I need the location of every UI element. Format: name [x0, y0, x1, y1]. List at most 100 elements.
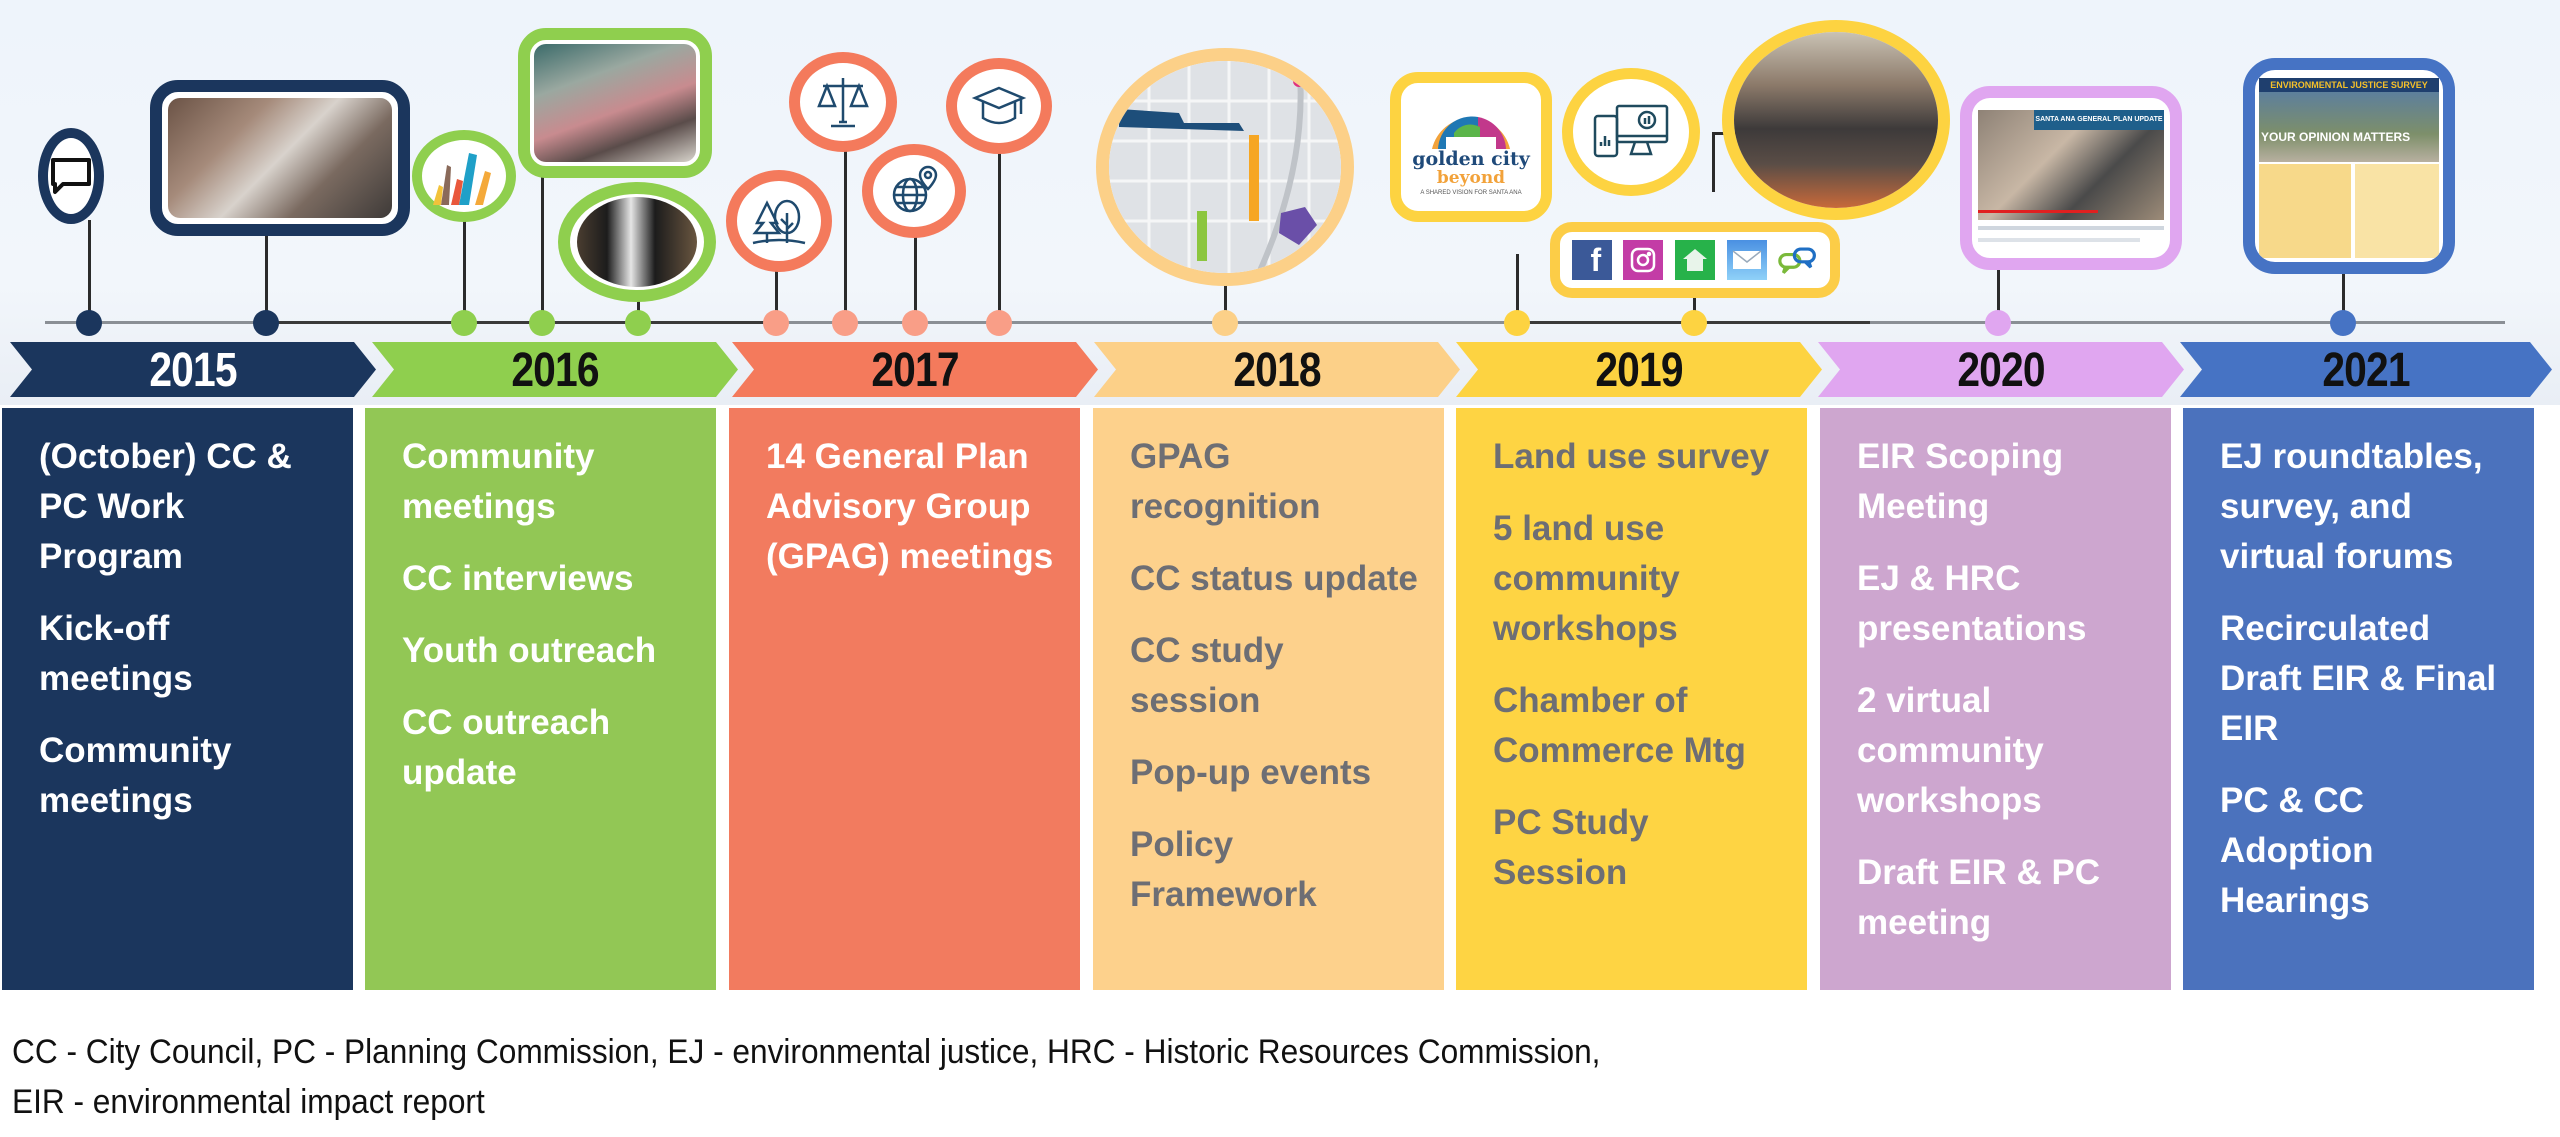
year-label: 2016: [511, 344, 599, 397]
year-label: 2015: [149, 344, 237, 397]
community-meeting-photo: [150, 80, 410, 236]
policy-map-image: [1096, 48, 1354, 286]
activity-item: CC outreach update: [402, 703, 611, 792]
year-column-2021: EJ roundtables, survey, and virtual foru…: [2183, 408, 2534, 990]
activity-item: 5 land use community workshops: [1493, 509, 1680, 648]
virtual-meeting-video-screenshot: SANTA ANA GENERAL PLAN UPDATE: [1960, 86, 2182, 270]
email-icon: [1726, 240, 1767, 280]
footnote-line: EIR - environmental impact report: [12, 1083, 485, 1121]
milestone-stem: [88, 220, 91, 315]
activity-item: EJ roundtables, survey, and virtual foru…: [2220, 437, 2483, 576]
milestone-stem: [1712, 132, 1715, 192]
milestone-dot-2016: [625, 310, 651, 336]
year-label: 2020: [1957, 344, 2045, 397]
year-banner-2018: 2018: [1094, 342, 1460, 397]
display-board-photo: [558, 182, 716, 302]
milestone-dot-2017: [832, 310, 858, 336]
speech-bubble-icon: [38, 128, 104, 224]
year-column-2017: 14 General Plan Advisory Group (GPAG) me…: [729, 408, 1080, 990]
activity-item: Community meetings: [402, 437, 595, 526]
activity-item: PC & CC Adoption Hearings: [2220, 781, 2374, 920]
milestone-dot-2016: [451, 310, 477, 336]
activity-item: EJ & HRC presentations: [1857, 559, 2087, 648]
ej-survey-flyer-image: ENVIRONMENTAL JUSTICE SURVEY YOUR OPINIO…: [2243, 58, 2455, 274]
flyer-headline: YOUR OPINION MATTERS: [2261, 130, 2411, 144]
footnote-line: CC - City Council, PC - Planning Commiss…: [12, 1033, 1601, 1071]
social-media-icons: f: [1550, 222, 1840, 298]
milestone-dot-2015: [253, 310, 279, 336]
milestone-stem: [265, 230, 268, 315]
logo-tagline: A SHARED VISION FOR SANTA ANA: [1420, 189, 1522, 196]
raised-hands-icon: [412, 130, 516, 222]
milestone-dot-2015: [76, 310, 102, 336]
nextdoor-icon: [1674, 240, 1715, 280]
flyer-header: ENVIRONMENTAL JUSTICE SURVEY: [2259, 78, 2439, 92]
activity-item: CC interviews: [402, 559, 634, 598]
year-column-2018: GPAG recognition CC status update CC stu…: [1093, 408, 1444, 990]
devices-survey-icon: [1562, 68, 1700, 196]
activity-item: Policy Framework: [1130, 825, 1317, 914]
graduation-cap-icon: [946, 58, 1052, 154]
milestone-stem: [541, 170, 544, 315]
year-banner-2020: 2020: [1818, 342, 2184, 397]
trees-icon: [726, 170, 832, 272]
milestone-dot-2017: [902, 310, 928, 336]
year-label: 2017: [871, 344, 959, 397]
globe-pin-icon: [862, 144, 966, 238]
abbreviations-footnote: CC - City Council, PC - Planning Commiss…: [12, 1027, 1600, 1127]
milestone-stem: [463, 215, 466, 315]
instagram-icon: [1623, 240, 1664, 280]
activity-item: (October) CC & PC Work Program: [39, 437, 292, 576]
activity-item: Recirculated Draft EIR & Final EIR: [2220, 609, 2497, 748]
year-banner-2019: 2019: [1456, 342, 1822, 397]
milestone-dot-2019: [1681, 310, 1707, 336]
activity-item: PC Study Session: [1493, 803, 1649, 892]
milestone-dot-2016: [529, 310, 555, 336]
activity-item: EIR Scoping Meeting: [1857, 437, 2064, 526]
year-label: 2019: [1595, 344, 1683, 397]
activity-item: Youth outreach: [402, 631, 657, 670]
year-column-2016: Community meetings CC interviews Youth o…: [365, 408, 716, 990]
milestone-dot-2018: [1212, 310, 1238, 336]
activity-item: Chamber of Commerce Mtg: [1493, 681, 1746, 770]
milestone-dot-2021: [2330, 310, 2356, 336]
milestone-dot-2017: [986, 310, 1012, 336]
logo-title: golden city: [1412, 147, 1530, 170]
milestone-stem: [1997, 265, 2000, 315]
milestone-dot-2017: [763, 310, 789, 336]
year-banner-2017: 2017: [732, 342, 1098, 397]
activity-item: CC study session: [1130, 631, 1284, 720]
milestone-stem: [914, 230, 917, 315]
chat-icon: [1778, 240, 1818, 280]
workshop-audience-photo: [1722, 20, 1950, 220]
year-column-2019: Land use survey 5 land use community wor…: [1456, 408, 1807, 990]
activity-item: Community meetings: [39, 731, 232, 820]
outreach-booth-photo: [518, 28, 712, 178]
milestone-stem: [2342, 268, 2345, 315]
activity-item: Pop-up events: [1130, 753, 1372, 792]
year-column-2015: (October) CC & PC Work Program Kick-off …: [2, 408, 353, 990]
activity-item: 2 virtual community workshops: [1857, 681, 2044, 820]
milestone-stem: [998, 148, 1001, 315]
activity-item: Draft EIR & PC meeting: [1857, 853, 2101, 942]
logo-subtitle: beyond: [1436, 167, 1506, 188]
video-title-banner: SANTA ANA GENERAL PLAN UPDATE: [2034, 110, 2164, 130]
year-label: 2018: [1233, 344, 1321, 397]
milestone-stem: [1516, 254, 1519, 315]
milestone-dot-2020: [1985, 310, 2011, 336]
activity-item: 14 General Plan Advisory Group (GPAG) me…: [766, 437, 1054, 576]
milestone-stem: [844, 148, 847, 315]
milestone-stem: [775, 268, 778, 315]
year-banner-2016: 2016: [372, 342, 738, 397]
year-banner-2021: 2021: [2180, 342, 2552, 397]
facebook-icon: f: [1571, 240, 1612, 280]
scales-of-justice-icon: [789, 52, 897, 152]
activity-item: Kick-off meetings: [39, 609, 193, 698]
year-banner-2015: 2015: [10, 342, 376, 397]
year-label: 2021: [2322, 344, 2410, 397]
golden-city-beyond-logo: golden city beyond A SHARED VISION FOR S…: [1390, 72, 1552, 222]
year-column-2020: EIR Scoping Meeting EJ & HRC presentatio…: [1820, 408, 2171, 990]
activity-item: CC status update: [1130, 559, 1418, 598]
video-progress-bar: [1978, 210, 2098, 213]
activity-item: GPAG recognition: [1130, 437, 1321, 526]
